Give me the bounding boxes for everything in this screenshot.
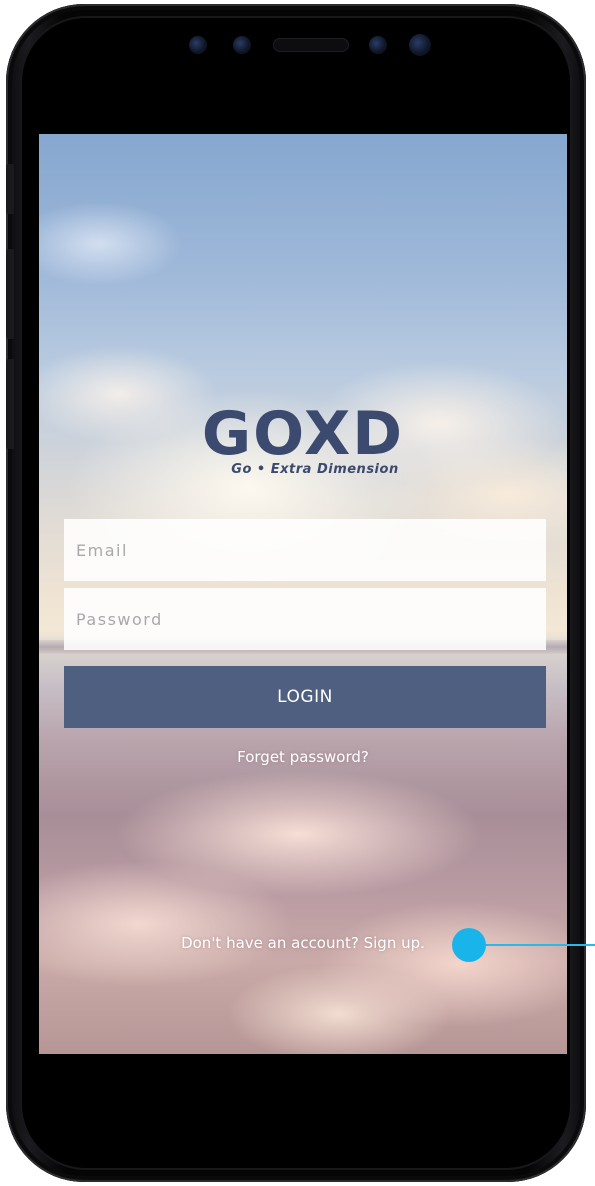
earpiece-speaker <box>273 38 349 52</box>
proximity-sensor-icon <box>233 36 251 54</box>
ambient-light-sensor-icon <box>369 36 387 54</box>
login-button[interactable]: LOGIN <box>64 666 546 728</box>
phone-volume-up-button <box>6 249 14 339</box>
logo-tagline: Go • Extra Dimension <box>231 462 399 477</box>
annotation-marker-icon <box>452 928 486 962</box>
brand-logo: GOXD Go • Extra Dimension <box>39 402 567 477</box>
phone-sensor-bar <box>181 22 461 62</box>
email-field[interactable] <box>64 519 546 581</box>
login-screen: GOXD Go • Extra Dimension LOGIN Forget p… <box>39 134 567 1054</box>
logo-wordmark: GOXD <box>201 399 405 469</box>
password-field[interactable] <box>64 588 546 650</box>
phone-mute-switch <box>6 164 14 214</box>
signup-link[interactable]: Don't have an account? Sign up. <box>39 934 567 952</box>
annotation-connector-line <box>470 944 595 946</box>
forget-password-link[interactable]: Forget password? <box>39 748 567 766</box>
front-camera-icon <box>409 34 431 56</box>
phone-volume-down-button <box>6 359 14 449</box>
front-sensor-icon <box>189 36 207 54</box>
